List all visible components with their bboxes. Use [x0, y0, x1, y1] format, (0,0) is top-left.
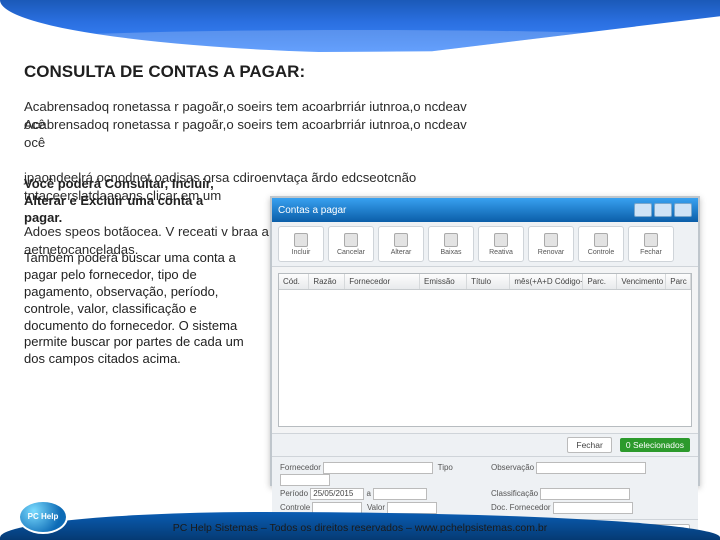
top-swoosh	[0, 0, 720, 54]
toolbar-fechar[interactable]: Fechar	[628, 226, 674, 262]
input-doc[interactable]	[553, 502, 633, 514]
grid-header: Cód. Razão Fornecedor Emissão Título mês…	[279, 274, 691, 290]
col-fornecedor[interactable]: Fornecedor	[345, 274, 420, 289]
toolbar-incluir[interactable]: Incluir	[278, 226, 324, 262]
toolbar-cancelar[interactable]: Cancelar	[328, 226, 374, 262]
col-parc[interactable]: Parc.	[583, 274, 617, 289]
label-controle: Controle	[280, 503, 310, 512]
maximize-icon[interactable]	[654, 203, 672, 217]
label-valor: Valor	[367, 503, 385, 512]
paragraph-consult: Você poderá Consultar, Incluir, Alterar …	[24, 176, 239, 227]
down-icon	[444, 233, 458, 247]
renew-icon	[544, 233, 558, 247]
col-titulo[interactable]: Título	[467, 274, 510, 289]
plus-icon	[294, 233, 308, 247]
ol1: Acabrensadoq ronetassa r pagoãr,o soeirs…	[24, 116, 484, 152]
data-grid[interactable]: Cód. Razão Fornecedor Emissão Título mês…	[278, 273, 692, 427]
close-icon[interactable]	[674, 203, 692, 217]
window-title: Contas a pagar	[278, 205, 346, 216]
cancel-icon	[344, 233, 358, 247]
label-class: Classificação	[491, 489, 538, 498]
minimize-icon[interactable]	[634, 203, 652, 217]
label-a: a	[367, 489, 371, 498]
app-window: Contas a pagar Incluir Cancelar Alterar …	[270, 196, 700, 486]
col-mes[interactable]: mês(+A+D Código+S)	[510, 274, 583, 289]
page-title: CONSULTA DE CONTAS A PAGAR:	[24, 62, 305, 82]
grid-close-button[interactable]: Fechar	[567, 437, 611, 453]
edit-icon	[394, 233, 408, 247]
slide: CONSULTA DE CONTAS A PAGAR: Acabrensadoq…	[0, 0, 720, 540]
col-cod[interactable]: Cód.	[279, 274, 309, 289]
col-razao[interactable]: Razão	[309, 274, 345, 289]
toolbar-renovar[interactable]: Renovar	[528, 226, 574, 262]
input-fornecedor[interactable]	[323, 462, 433, 474]
toolbar-baixas[interactable]: Baixas	[428, 226, 474, 262]
label-obs: Observação	[491, 463, 534, 472]
refresh-icon	[494, 233, 508, 247]
label-doc: Doc. Fornecedor	[491, 503, 551, 512]
label-periodo: Período	[280, 489, 308, 498]
logo-text: PC Help	[28, 513, 59, 521]
col-parc2[interactable]: Parc	[666, 274, 691, 289]
window-titlebar: Contas a pagar	[272, 198, 698, 222]
col-emissao[interactable]: Emissão	[420, 274, 467, 289]
input-periodo-de[interactable]: 25/05/2015	[310, 488, 364, 500]
label-tipo: Tipo	[438, 463, 453, 472]
col-venc[interactable]: Vencimento	[617, 274, 666, 289]
toolbar-reativa[interactable]: Reativa	[478, 226, 524, 262]
input-obs[interactable]	[536, 462, 646, 474]
overlapping-paragraph: Acabrensadoq ronetassa r pagoãr,o soeirs…	[24, 98, 484, 162]
footer-text: PC Help Sistemas – Todos os direitos res…	[0, 522, 720, 534]
label-fornecedor: Fornecedor	[280, 463, 321, 472]
input-class[interactable]	[540, 488, 630, 500]
toolbar: Incluir Cancelar Alterar Baixas Reativa …	[272, 222, 698, 267]
input-periodo-ate[interactable]	[373, 488, 427, 500]
close-icon	[644, 233, 658, 247]
paragraph-search: Também poderá buscar uma conta a pagar p…	[24, 250, 249, 368]
input-tipo[interactable]	[280, 474, 330, 486]
grid-footer: Fechar 0 Selecionados	[272, 433, 698, 456]
selection-badge: 0 Selecionados	[620, 438, 690, 452]
filter-panel: Fornecedor Tipo Observação Período 25/05…	[272, 456, 698, 519]
control-icon	[594, 233, 608, 247]
toolbar-alterar[interactable]: Alterar	[378, 226, 424, 262]
toolbar-controle[interactable]: Controle	[578, 226, 624, 262]
